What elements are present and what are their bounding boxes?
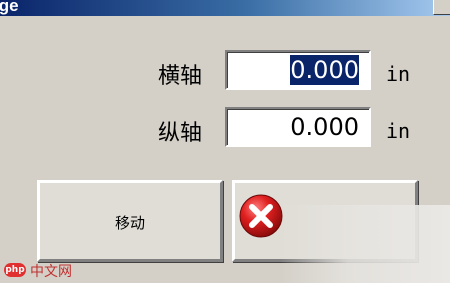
watermark-text: 中文网 [30,264,72,280]
move-button-label: 移动 [114,214,145,232]
horizontal-axis-input[interactable]: 0.000 [225,50,371,90]
vertical-axis-label: 纵轴 [158,121,203,146]
move-button[interactable]: 移动 [37,180,223,262]
horizontal-axis-value[interactable]: 0.000 [290,55,359,85]
window-title: lge [0,0,19,15]
title-bar[interactable]: lge [0,0,450,16]
horizontal-axis-unit: in [386,62,411,86]
watermark-logo: php [4,263,26,277]
title-bar-button[interactable] [433,0,450,15]
watermark-overlay [280,205,450,283]
close-icon [239,194,283,238]
vertical-axis-unit: in [386,119,411,143]
horizontal-axis-label: 横轴 [158,64,203,89]
vertical-axis-value[interactable]: 0.000 [290,112,359,142]
vertical-axis-input[interactable]: 0.000 [225,107,371,147]
